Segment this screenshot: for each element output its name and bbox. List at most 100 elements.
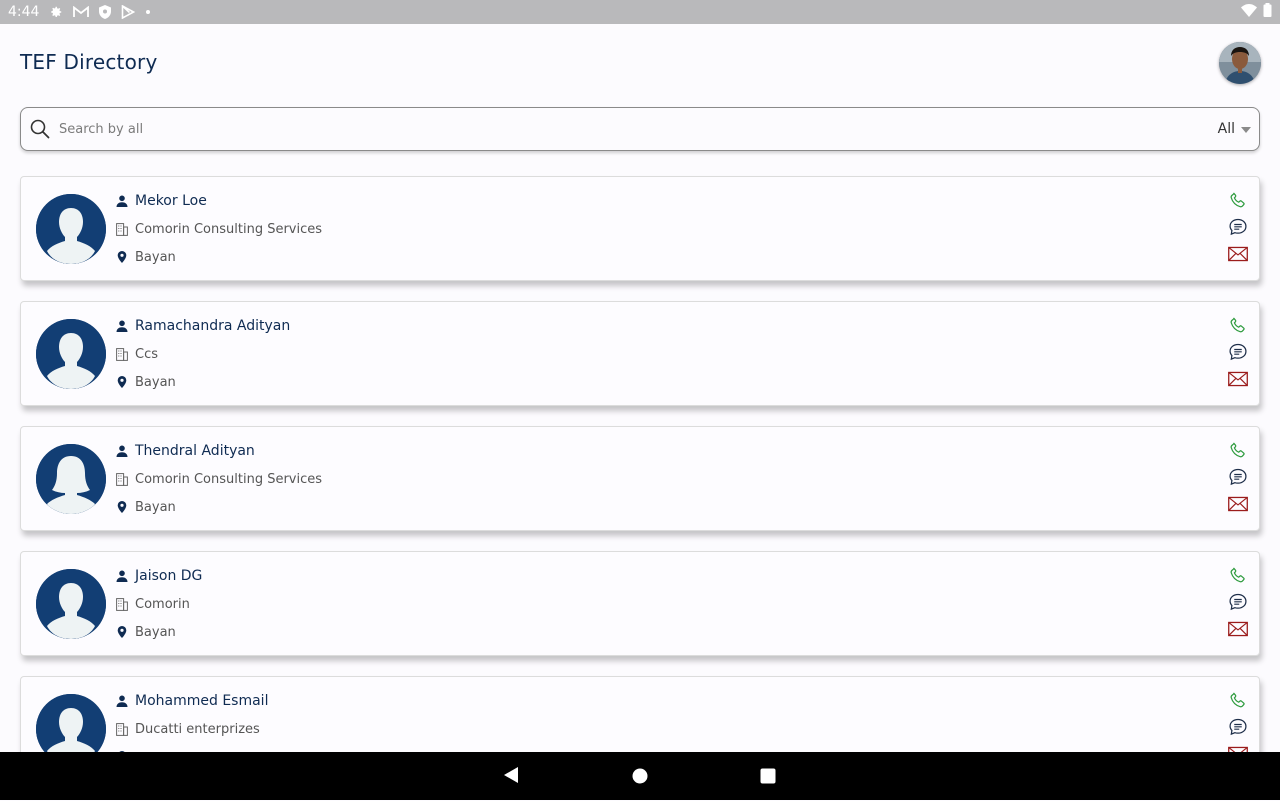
back-icon[interactable] [503,766,519,788]
wifi-icon [1241,3,1257,21]
email-button[interactable] [1227,243,1249,265]
mail-icon [1228,621,1248,637]
recents-icon[interactable] [760,768,776,788]
contact-company: Comorin Consulting Services [135,471,323,487]
location-pin-icon [115,250,129,264]
contact-avatar [36,194,106,264]
location-pin-icon [115,500,129,514]
email-button[interactable] [1227,368,1249,390]
shield-icon [99,5,112,19]
contact-name-row: Ramachandra Adityan [115,312,290,340]
person-icon [115,569,129,583]
person-icon [115,694,129,708]
contact-card[interactable]: Mekor Loe Comorin Consulting Services Ba… [20,176,1260,281]
building-icon [115,597,129,611]
contact-location: Bayan [135,374,176,390]
contact-company: Comorin Consulting Services [135,221,323,237]
phone-icon [1230,692,1245,708]
contact-actions [1227,314,1249,390]
contact-company-row: Ducatti enterprizes [115,715,268,743]
contact-company: Ducatti enterprizes [135,721,260,737]
contact-name: Thendral Adityan [135,443,255,459]
contact-info: Mekor Loe Comorin Consulting Services Ba… [115,187,322,271]
contact-name-row: Jaison DG [115,562,202,590]
contact-actions [1227,564,1249,640]
dot-icon [145,9,151,15]
page-title: TEF Directory [20,50,158,74]
status-bar: 4:44 [0,0,1280,24]
mail-icon [1228,496,1248,512]
email-button[interactable] [1227,618,1249,640]
contact-name: Ramachandra Adityan [135,318,291,334]
contact-location-row: Bayan [115,493,322,521]
phone-icon [1230,192,1245,208]
contact-avatar [36,319,106,389]
chat-icon [1229,718,1247,736]
contact-company: Ccs [135,346,158,362]
profile-avatar[interactable] [1219,42,1261,84]
location-pin-icon [115,375,129,389]
building-icon [115,472,129,486]
email-button[interactable] [1227,493,1249,515]
chat-icon [1229,218,1247,236]
search-icon [29,118,51,140]
phone-icon [1230,442,1245,458]
message-button[interactable] [1227,216,1249,238]
contact-avatar [36,444,106,514]
contact-company: Comorin [135,596,190,612]
contact-location: Bayan [135,624,176,640]
play-store-icon [121,5,136,19]
contact-name-row: Mohammed Esmail [115,687,268,715]
person-icon [115,194,129,208]
contact-actions [1227,439,1249,515]
contact-name-row: Mekor Loe [115,187,322,215]
building-icon [115,722,129,736]
contact-card[interactable]: Jaison DG Comorin Bayan [20,551,1260,656]
contact-company-row: Comorin [115,590,202,618]
search-bar: All [20,107,1260,151]
location-pin-icon [115,625,129,639]
contact-company-row: Comorin Consulting Services [115,465,322,493]
call-button[interactable] [1227,314,1249,336]
person-icon [115,319,129,333]
search-input[interactable] [57,113,1218,145]
contact-location-row: Bayan [115,618,202,646]
contact-card[interactable]: Thendral Adityan Comorin Consulting Serv… [20,426,1260,531]
call-button[interactable] [1227,689,1249,711]
search-filter-dropdown[interactable]: All [1218,121,1251,137]
contact-info: Thendral Adityan Comorin Consulting Serv… [115,437,322,521]
call-button[interactable] [1227,189,1249,211]
battery-icon [1263,3,1272,21]
mail-icon [1228,371,1248,387]
contact-location: Bayan [135,249,176,265]
phone-icon [1230,317,1245,333]
contact-location-row: Bayan [115,368,290,396]
contact-location: Bayan [135,499,176,515]
message-button[interactable] [1227,716,1249,738]
contact-card[interactable]: Ramachandra Adityan Ccs Bayan [20,301,1260,406]
person-icon [115,444,129,458]
contact-company-row: Ccs [115,340,290,368]
contact-company-row: Comorin Consulting Services [115,215,322,243]
message-button[interactable] [1227,341,1249,363]
contact-name: Jaison DG [135,568,203,584]
app-header: TEF Directory [0,24,1280,104]
contact-name: Mohammed Esmail [135,693,269,709]
message-button[interactable] [1227,591,1249,613]
message-button[interactable] [1227,466,1249,488]
chevron-down-icon [1241,121,1251,137]
gmail-icon [73,6,90,18]
contact-avatar [36,569,106,639]
chat-icon [1229,343,1247,361]
contact-name: Mekor Loe [135,193,207,209]
home-icon[interactable] [632,768,648,788]
mail-icon [1228,246,1248,262]
phone-icon [1230,567,1245,583]
call-button[interactable] [1227,439,1249,461]
contact-actions [1227,189,1249,265]
call-button[interactable] [1227,564,1249,586]
contact-info: Ramachandra Adityan Ccs Bayan [115,312,290,396]
system-nav-bar [0,752,1280,800]
chat-icon [1229,593,1247,611]
contact-info: Jaison DG Comorin Bayan [115,562,202,646]
